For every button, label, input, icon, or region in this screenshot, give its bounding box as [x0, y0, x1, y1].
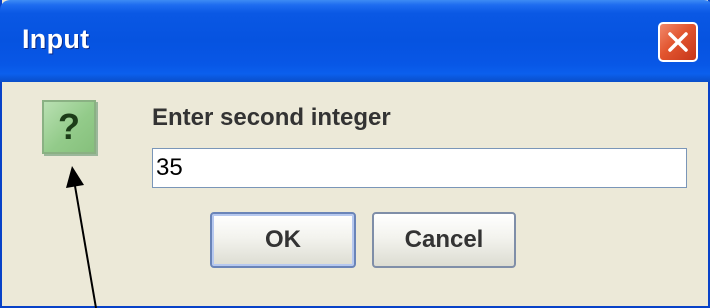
screenshot-page: Input ? Enter second integer OK Cancel: [0, 0, 710, 308]
annotation-arrow: [66, 166, 97, 308]
